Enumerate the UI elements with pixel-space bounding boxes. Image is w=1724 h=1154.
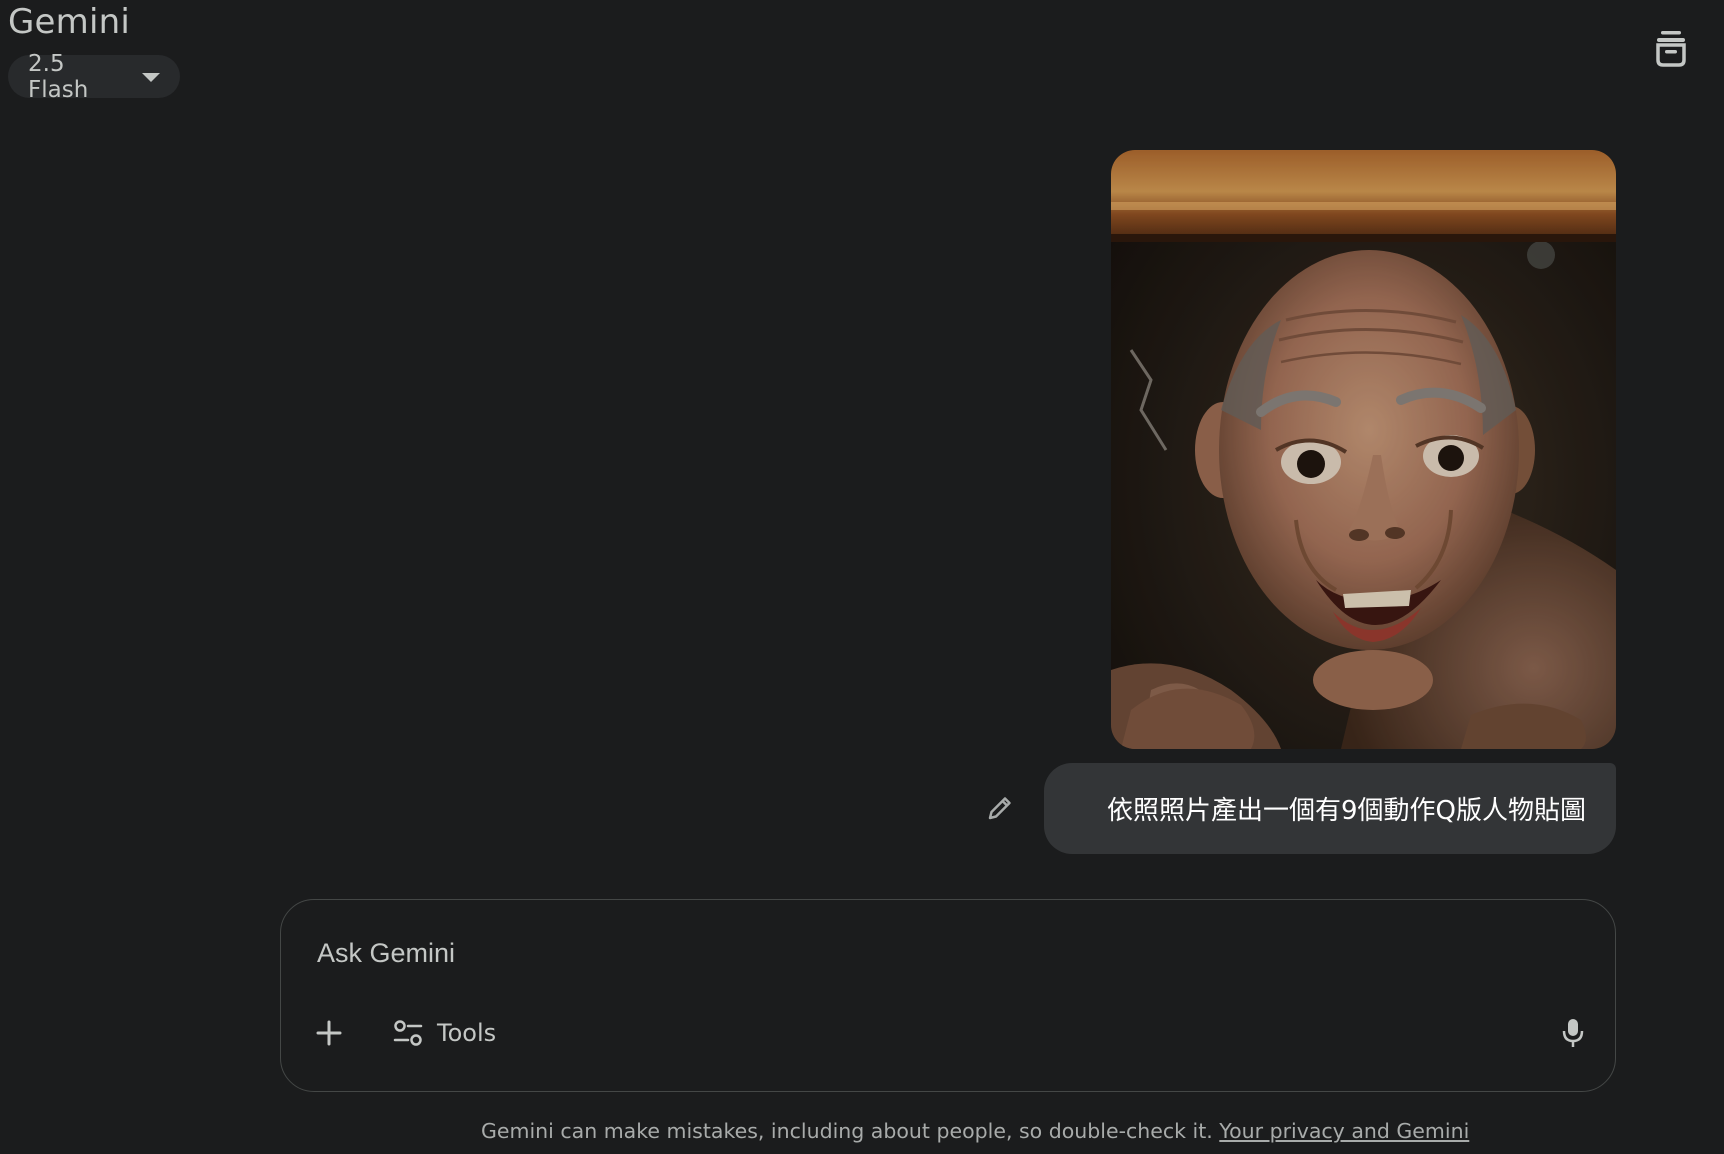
pencil-icon[interactable] (985, 793, 1015, 823)
tools-label: Tools (437, 1019, 497, 1047)
pencil-icon-svg (988, 797, 1011, 820)
user-message-bubble: 依照照片產出一個有9個動作Q版人物貼圖 (1044, 763, 1616, 854)
user-message-text: 依照照片產出一個有9個動作Q版人物貼圖 (1106, 796, 1586, 826)
microphone-button[interactable] (1553, 1012, 1593, 1054)
model-selector-label: 2.5 Flash (28, 50, 89, 103)
tools-sliders-icon (393, 1020, 423, 1046)
temporary-chat-icon-svg (1656, 31, 1686, 67)
disclaimer-text: Gemini can make mistakes, including abou… (481, 1119, 1220, 1143)
privacy-link[interactable]: Your privacy and Gemini (1219, 1119, 1469, 1143)
composer: Tools (280, 899, 1616, 1092)
prompt-input[interactable] (315, 932, 1519, 974)
disclaimer: Gemini can make mistakes, including abou… (481, 1119, 1469, 1143)
uploaded-photo[interactable] (1111, 150, 1616, 749)
plus-icon (316, 1020, 342, 1046)
microphone-icon (1562, 1019, 1584, 1047)
uploaded-photo-illustration (1111, 150, 1616, 749)
chevron-down-icon (142, 73, 160, 82)
app-title: Gemini (8, 2, 131, 42)
gemini-app: Gemini 2.5 Flash 依照照片產出一個有9個動作Q版人物貼圖 Ask… (0, 0, 1724, 1154)
add-files-button[interactable] (309, 1013, 349, 1053)
temporary-chat-icon[interactable] (1652, 28, 1690, 68)
tools-button[interactable]: Tools (393, 1011, 496, 1055)
model-selector-button[interactable]: 2.5 Flash (8, 51, 180, 103)
